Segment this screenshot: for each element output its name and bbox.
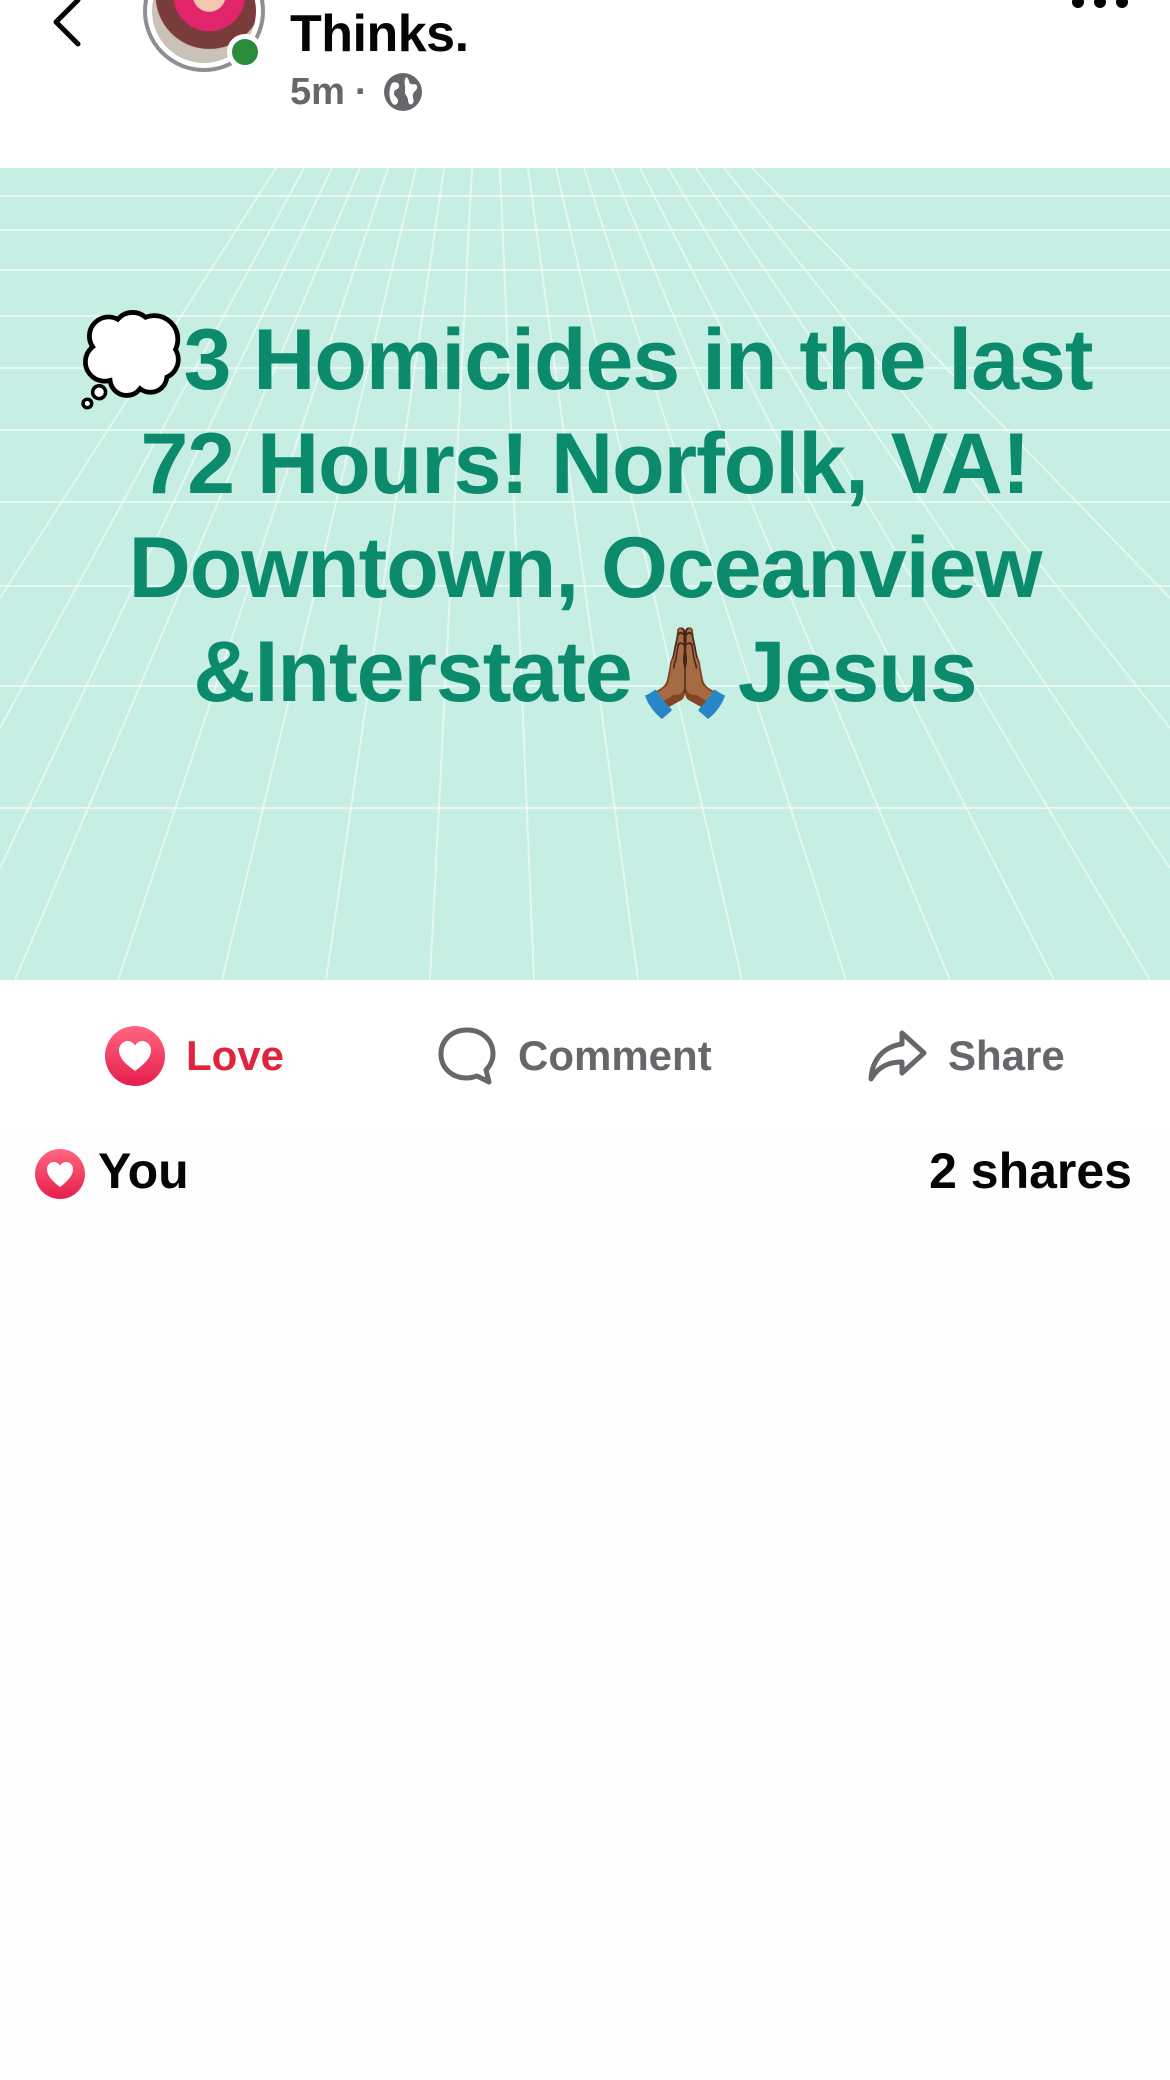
love-button[interactable]: Love	[104, 1020, 284, 1092]
avatar[interactable]	[143, 0, 265, 72]
reactions-summary[interactable]: You 2 shares	[0, 1130, 1170, 1210]
share-count[interactable]: 2 shares	[929, 1142, 1132, 1200]
back-button[interactable]	[40, 0, 100, 52]
post-action-bar: Love Comment Share	[0, 980, 1170, 1130]
heart-icon	[35, 1149, 85, 1199]
post-meta: 5m ·	[290, 66, 424, 118]
share-icon	[868, 1030, 927, 1082]
meta-separator: ·	[354, 70, 368, 113]
reactor-name[interactable]: You	[98, 1142, 189, 1200]
share-button[interactable]: Share	[866, 1020, 1065, 1092]
post-detail-screen: Thinks. 5m · 💭3 Homicides in the last 72…	[0, 0, 1170, 2080]
post-header: Thinks. 5m ·	[0, 0, 1170, 168]
more-options-button[interactable]	[1068, 0, 1132, 28]
page-name[interactable]: Thinks.	[290, 4, 469, 64]
post-message: 💭3 Homicides in the last 72 Hours! Norfo…	[77, 312, 1093, 720]
love-label: Love	[186, 1032, 285, 1079]
more-horizontal-icon	[1072, 0, 1128, 8]
globe-icon[interactable]	[382, 71, 424, 113]
chevron-left-icon	[53, 0, 81, 47]
comment-button[interactable]: Comment	[436, 1020, 712, 1092]
online-status-dot	[227, 34, 263, 70]
comment-label: Comment	[518, 1032, 712, 1079]
share-label: Share	[948, 1032, 1065, 1079]
post-text-card: 💭3 Homicides in the last 72 Hours! Norfo…	[0, 168, 1170, 980]
heart-icon	[105, 1026, 165, 1086]
comment-icon	[438, 1027, 496, 1085]
post-timestamp[interactable]: 5m	[290, 71, 345, 114]
